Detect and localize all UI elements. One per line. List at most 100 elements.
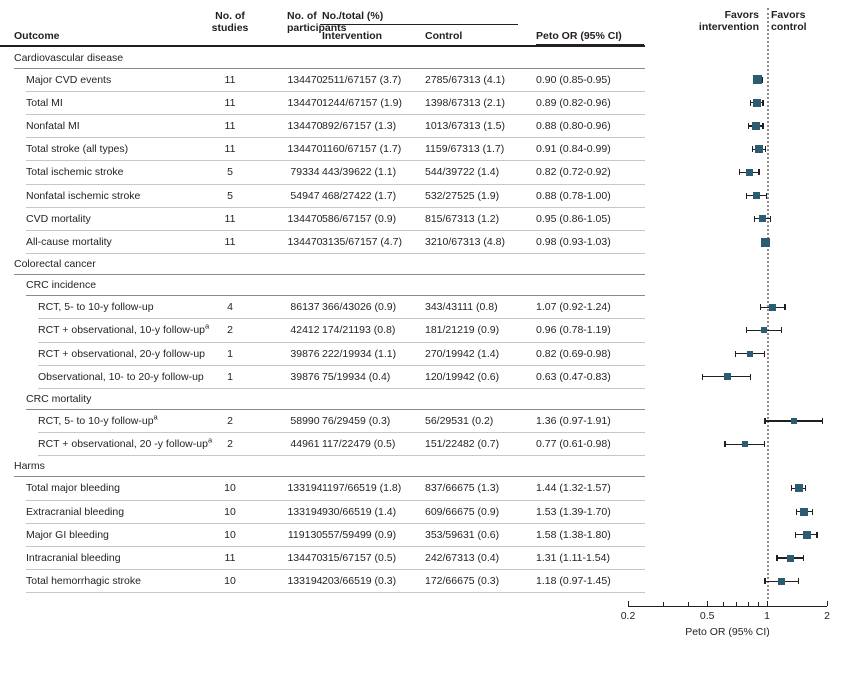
axis-tick-label: 0.2 bbox=[620, 609, 636, 622]
row-intervention: 366/43026 (0.9) bbox=[322, 301, 397, 314]
row-rule bbox=[38, 387, 645, 389]
row-control: 56/29531 (0.2) bbox=[425, 415, 494, 427]
row-outcome-label: Total ischemic stroke bbox=[26, 166, 124, 179]
row-outcome-label: Extracranial bleeding bbox=[26, 505, 125, 518]
row-control: 1398/67313 (2.1) bbox=[425, 96, 505, 109]
row-outcome-label: Observational, 10- to 20-y follow-up bbox=[38, 370, 204, 383]
row-no-studies: 10 bbox=[224, 505, 236, 518]
confidence-interval-cap-upper bbox=[780, 327, 783, 334]
row-peto-or: 0.89 (0.82-0.96) bbox=[536, 96, 611, 109]
header-no-studies-2: studies bbox=[211, 22, 249, 34]
row-peto-or: 0.63 (0.47-0.83) bbox=[536, 370, 611, 383]
row-rule bbox=[26, 499, 645, 501]
confidence-interval-cap-lower bbox=[747, 123, 750, 129]
row-control: 242/67313 (0.4) bbox=[425, 552, 500, 564]
row-no-studies: 1 bbox=[227, 370, 233, 383]
confidence-interval-cap-upper bbox=[816, 531, 818, 538]
row-outcome-label: Nonfatal MI bbox=[26, 120, 80, 132]
row-peto-or: 0.82 (0.72-0.92) bbox=[536, 166, 611, 179]
row-peto-or: 0.95 (0.86-1.05) bbox=[536, 212, 611, 225]
section-header-label: Harms bbox=[14, 460, 45, 473]
row-outcome-label: Major GI bleeding bbox=[26, 528, 109, 541]
confidence-interval-cap-lower bbox=[701, 373, 704, 380]
row-no-studies: 2 bbox=[227, 415, 233, 427]
row-intervention: 2511/67157 (3.7) bbox=[322, 73, 402, 86]
row-peto-or: 1.31 (1.11-1.54) bbox=[536, 552, 610, 564]
row-peto-or: 0.96 (0.78-1.19) bbox=[536, 324, 611, 337]
row-intervention: 117/22479 (0.5) bbox=[322, 438, 396, 451]
row-control: 837/66675 (1.3) bbox=[425, 482, 500, 495]
row-no-studies: 5 bbox=[227, 189, 233, 202]
row-no-studies: 11 bbox=[224, 96, 236, 109]
row-peto-or: 1.53 (1.39-1.70) bbox=[536, 505, 611, 518]
axis-tick-label: 2 bbox=[824, 609, 830, 622]
row-no-studies: 11 bbox=[224, 120, 236, 132]
row-intervention: 203/66519 (0.3) bbox=[322, 575, 397, 588]
row-control: 3210/67313 (4.8) bbox=[425, 236, 505, 248]
row-intervention: 468/27422 (1.7) bbox=[322, 189, 397, 202]
row-intervention: 1197/66519 (1.8) bbox=[322, 482, 402, 495]
row-control: 544/39722 (1.4) bbox=[425, 166, 500, 179]
confidence-interval-cap-upper bbox=[821, 418, 823, 424]
confidence-interval-cap-lower bbox=[735, 350, 737, 357]
effect-estimate-marker bbox=[752, 192, 760, 200]
row-peto-or: 0.90 (0.85-0.95) bbox=[536, 73, 611, 86]
row-no-studies: 5 bbox=[227, 166, 233, 179]
row-intervention: 76/29459 (0.3) bbox=[322, 415, 391, 427]
row-control: 1159/67313 (1.7) bbox=[425, 143, 505, 156]
confidence-interval-cap-upper bbox=[804, 485, 807, 492]
header-control: Control bbox=[425, 30, 463, 42]
section-header-label: Colorectal cancer bbox=[14, 258, 96, 271]
row-rule bbox=[38, 341, 645, 343]
section-header-label: Cardiovascular disease bbox=[14, 51, 124, 64]
axis-title: Peto OR (95% CI) bbox=[685, 625, 770, 638]
row-rule bbox=[26, 160, 645, 162]
row-control: 609/66675 (0.9) bbox=[425, 505, 500, 518]
favors-intervention-label-2: intervention bbox=[698, 21, 759, 33]
header-no-participants: No. of bbox=[287, 10, 317, 22]
row-outcome-label: Total stroke (all types) bbox=[26, 143, 129, 156]
header-peto-or: Peto OR (95% CI) bbox=[536, 30, 622, 42]
row-intervention: 315/67157 (0.5) bbox=[322, 552, 397, 564]
row-no-studies: 4 bbox=[227, 301, 233, 314]
row-rule bbox=[38, 364, 645, 366]
axis-tick-label: 1 bbox=[764, 609, 771, 622]
confidence-interval-cap-lower bbox=[759, 304, 762, 311]
row-rule bbox=[26, 545, 645, 547]
effect-estimate-marker bbox=[760, 327, 767, 334]
effect-estimate-marker bbox=[799, 507, 808, 516]
section-rule bbox=[26, 295, 645, 297]
confidence-interval-cap-upper bbox=[797, 578, 800, 585]
confidence-interval-cap-lower bbox=[724, 441, 726, 448]
row-control: 181/21219 (0.9) bbox=[425, 324, 500, 337]
row-no-studies: 2 bbox=[227, 324, 233, 337]
row-no-studies: 11 bbox=[224, 552, 236, 564]
confidence-interval-cap-lower bbox=[795, 508, 797, 515]
effect-estimate-marker bbox=[759, 215, 767, 223]
confidence-interval-cap-upper bbox=[764, 146, 767, 153]
row-outcome-label: Intracranial bleeding bbox=[26, 552, 121, 564]
effect-estimate-marker bbox=[741, 441, 748, 448]
row-control: 172/66675 (0.3) bbox=[425, 575, 500, 588]
row-rule bbox=[26, 113, 645, 115]
confidence-interval-cap-lower bbox=[752, 146, 754, 153]
row-rule bbox=[26, 206, 645, 208]
effect-estimate-marker bbox=[746, 168, 754, 176]
axis-tick-minor bbox=[722, 601, 725, 606]
axis-tick-minor bbox=[757, 601, 760, 606]
row-no-studies: 1 bbox=[227, 347, 233, 360]
row-intervention: 930/66519 (1.4) bbox=[322, 505, 397, 518]
effect-estimate-marker bbox=[802, 530, 811, 539]
confidence-interval-cap-lower bbox=[764, 578, 766, 585]
row-rule bbox=[26, 229, 645, 231]
axis-tick-minor bbox=[736, 601, 738, 606]
row-no-studies: 11 bbox=[224, 236, 236, 248]
row-peto-or: 0.88 (0.78-1.00) bbox=[536, 189, 611, 202]
effect-estimate-marker bbox=[723, 373, 731, 381]
row-peto-or: 1.36 (0.97-1.91) bbox=[536, 415, 611, 427]
favors-control-label-2: control bbox=[771, 21, 807, 33]
confidence-interval-cap-upper bbox=[769, 215, 772, 222]
header-no-total-rule bbox=[320, 24, 518, 26]
row-outcome-label: Nonfatal ischemic stroke bbox=[26, 189, 141, 202]
section-rule bbox=[14, 476, 645, 478]
